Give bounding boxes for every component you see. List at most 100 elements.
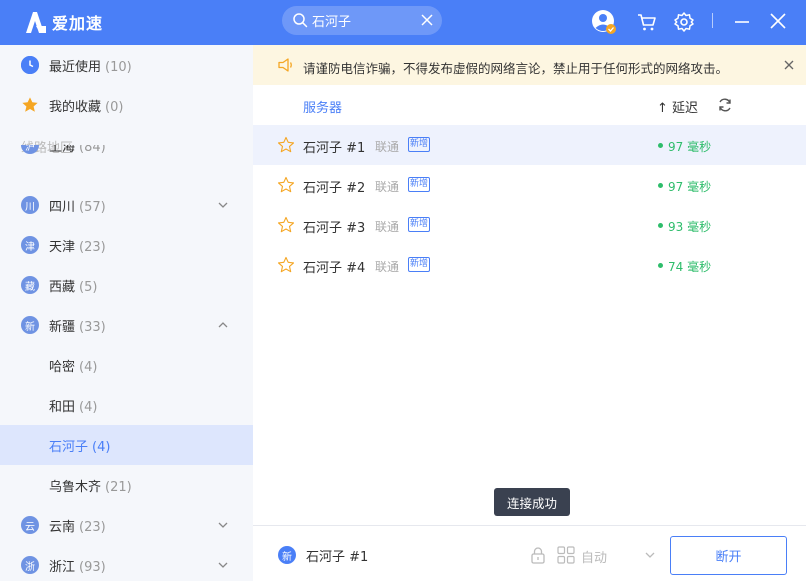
server-name: 石河子 #1: [303, 141, 366, 156]
mode-select[interactable]: 自动: [581, 547, 607, 566]
sidebar-item-label: 乌鲁木齐: [49, 480, 102, 495]
sidebar-item-count: (4): [79, 360, 98, 375]
notice-text: 请谨防电信诈骗，不得发布虚假的网络言论，禁止用于任何形式的网络攻击。: [303, 61, 729, 76]
sidebar-item-recent[interactable]: 最近使用 (10): [0, 45, 253, 85]
sidebar-item-count: (57): [79, 200, 106, 215]
latency-dot: [658, 223, 663, 228]
region-badge: 津: [21, 236, 39, 254]
latency-dot: [658, 143, 663, 148]
sidebar-item-count: (5): [79, 280, 98, 295]
grid-icon: [557, 546, 575, 564]
column-delay-sort[interactable]: ↑ 延迟: [657, 97, 698, 116]
server-isp: 联通: [375, 140, 400, 154]
server-row[interactable]: 石河子 #4 联通 新增 74 毫秒: [253, 245, 806, 285]
header-divider: [712, 13, 713, 28]
server-row[interactable]: 石河子 #2 联通 新增 97 毫秒: [253, 165, 806, 205]
sidebar-item-zhejiang[interactable]: 浙 浙江 (93): [0, 545, 253, 581]
close-icon[interactable]: [765, 9, 791, 35]
notice-bar: 请谨防电信诈骗，不得发布虚假的网络言论，禁止用于任何形式的网络攻击。: [253, 45, 806, 85]
logo-icon: [26, 12, 46, 33]
sidebar-item-urumqi[interactable]: 乌鲁木齐 (21): [0, 465, 253, 505]
sidebar-item-label: 石河子: [49, 440, 89, 455]
sidebar-item-label: 西藏: [49, 280, 76, 295]
cart-icon[interactable]: [634, 9, 660, 35]
sidebar-item-shanghai[interactable]: 沪 上海 (84): [0, 145, 253, 165]
server-isp: 联通: [375, 180, 400, 194]
sidebar-item-count: (84): [79, 145, 106, 155]
chevron-down-icon[interactable]: [217, 559, 229, 571]
latency-dot: [658, 183, 663, 188]
sidebar-item-count: (4): [92, 440, 111, 455]
star-icon: [21, 96, 39, 114]
sidebar-item-favorites[interactable]: 我的收藏 (0): [0, 85, 253, 125]
star-outline-icon[interactable]: [277, 216, 295, 234]
server-name: 石河子 #4: [303, 261, 366, 276]
sidebar-item-label: 我的收藏: [49, 100, 102, 115]
new-badge: 新增: [408, 177, 431, 192]
current-server: 石河子 #1: [306, 550, 369, 565]
region-badge: 川: [21, 196, 39, 214]
app-name: 爱加速: [52, 14, 104, 33]
sidebar-item-tianjin[interactable]: 津 天津 (23): [0, 225, 253, 265]
connection-bar: 新 石河子 #1 自动 断开: [253, 525, 806, 581]
refresh-icon[interactable]: [717, 97, 733, 113]
sidebar-item-count: (23): [79, 520, 106, 535]
sidebar-item-shihezi[interactable]: 石河子 (4): [0, 425, 253, 465]
sidebar-item-count: (10): [105, 60, 132, 75]
search-icon: [293, 13, 308, 28]
star-outline-icon[interactable]: [277, 136, 295, 154]
sidebar-item-hami[interactable]: 哈密 (4): [0, 345, 253, 385]
user-avatar-icon[interactable]: [591, 9, 617, 35]
star-outline-icon[interactable]: [277, 176, 295, 194]
region-badge: 云: [21, 516, 39, 534]
new-badge: 新增: [408, 257, 431, 272]
sidebar-item-label: 新疆: [49, 320, 76, 335]
server-row[interactable]: 石河子 #1 联通 新增 97 毫秒: [253, 125, 806, 165]
sidebar-item-label: 浙江: [49, 560, 76, 575]
region-badge: 新: [21, 316, 39, 334]
server-row[interactable]: 石河子 #3 联通 新增 93 毫秒: [253, 205, 806, 245]
server-latency: 97 毫秒: [668, 140, 712, 154]
sidebar-item-count: (93): [79, 560, 106, 575]
megaphone-icon: [278, 58, 292, 72]
sidebar-item-hetian[interactable]: 和田 (4): [0, 385, 253, 425]
chevron-up-icon[interactable]: [217, 319, 229, 331]
sidebar-item-label: 最近使用: [49, 60, 102, 75]
sidebar-item-label: 和田: [49, 400, 76, 415]
chevron-down-icon[interactable]: [217, 519, 229, 531]
sidebar-item-label: 天津: [49, 240, 76, 255]
server-name: 石河子 #3: [303, 221, 366, 236]
app-window: 爱加速 石河子 最近使用 (10) 我的收藏 (0) 线路地区 沪 上海 (84…: [0, 0, 806, 581]
server-name: 石河子 #2: [303, 181, 366, 196]
sidebar-item-label: 四川: [49, 200, 76, 215]
clear-search-icon[interactable]: [420, 13, 434, 27]
app-logo: 爱加速: [22, 9, 103, 35]
minimize-icon[interactable]: [729, 9, 755, 35]
server-latency: 97 毫秒: [668, 180, 712, 194]
sidebar-item-xinjiang[interactable]: 新 新疆 (33): [0, 305, 253, 345]
disconnect-button[interactable]: 断开: [670, 536, 787, 575]
sidebar-item-sichuan[interactable]: 川 四川 (57): [0, 185, 253, 225]
sidebar-item-label: 上海: [49, 145, 76, 155]
search-input[interactable]: [312, 10, 412, 31]
new-badge: 新增: [408, 217, 431, 232]
server-table-header: 服务器 ↑ 延迟: [253, 85, 806, 125]
star-outline-icon[interactable]: [277, 256, 295, 274]
sidebar-item-yunnan[interactable]: 云 云南 (23): [0, 505, 253, 545]
sidebar-item-count: (0): [105, 100, 124, 115]
search-box[interactable]: [282, 6, 442, 35]
column-server[interactable]: 服务器: [303, 97, 342, 116]
close-notice-icon[interactable]: [783, 59, 795, 71]
chevron-down-icon[interactable]: [644, 549, 656, 561]
toast-message: 连接成功: [494, 488, 570, 516]
title-bar: 爱加速: [0, 0, 806, 45]
sidebar-item-label: 云南: [49, 520, 76, 535]
gear-icon[interactable]: [671, 9, 697, 35]
region-badge: 新: [278, 546, 296, 564]
sidebar-item-count: (4): [79, 400, 98, 415]
new-badge: 新增: [408, 137, 431, 152]
chevron-down-icon[interactable]: [217, 199, 229, 211]
lock-icon[interactable]: [529, 546, 547, 564]
sidebar-item-count: (23): [79, 240, 106, 255]
sidebar-item-xizang[interactable]: 藏 西藏 (5): [0, 265, 253, 305]
